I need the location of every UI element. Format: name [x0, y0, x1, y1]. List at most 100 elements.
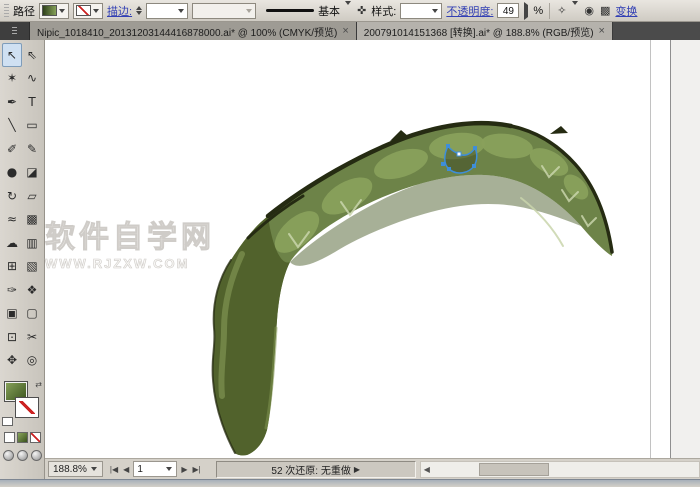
- tool-hand[interactable]: ✥: [2, 349, 22, 373]
- dropdown-arrow-icon: [432, 9, 438, 13]
- last-artboard-icon[interactable]: ▶|: [191, 465, 201, 474]
- screen-mode-full-menu-button[interactable]: [17, 450, 28, 461]
- style-label: 样式:: [371, 3, 396, 19]
- tool-rectangle[interactable]: ▭: [22, 114, 42, 138]
- brush-stroke-preview: [266, 9, 314, 12]
- document-tab-bar: Nipic_1018410_20131203144416878000.ai* @…: [0, 22, 700, 40]
- panel-grip-icon: [12, 27, 17, 35]
- previous-artboard-icon[interactable]: ◀: [122, 465, 130, 474]
- stroke-color-swatch[interactable]: [73, 3, 103, 19]
- tool-symbol-sprayer[interactable]: ☁: [2, 231, 22, 255]
- fill-color-swatch[interactable]: [39, 3, 69, 19]
- tools-panel: ↖⇖✶∿✒T╲▭✐✎●◪↻▱≈▩☁▥⊞▧✑❖▣▢⊡✂✥◎ ⇄: [0, 40, 45, 479]
- screen-mode-full-button[interactable]: [31, 450, 42, 461]
- stroke-weight-label[interactable]: 描边:: [107, 3, 132, 19]
- tool-free-transform[interactable]: ▩: [22, 208, 42, 232]
- opacity-select-arrow[interactable]: [523, 5, 529, 17]
- recolor-artwork-icon[interactable]: ◉: [583, 4, 595, 17]
- dropdown-arrow-icon: [178, 9, 184, 13]
- zoom-level-select[interactable]: 188.8%: [48, 461, 103, 477]
- tool-eyedropper[interactable]: ✑: [2, 278, 22, 302]
- tool-pencil[interactable]: ✎: [22, 137, 42, 161]
- tool-slice[interactable]: ✂: [22, 325, 42, 349]
- next-artboard-icon[interactable]: ▶: [180, 465, 188, 474]
- scrollbar-thumb[interactable]: [479, 463, 549, 476]
- document-canvas[interactable]: 软件自学网 WWW.RJZXW.COM: [45, 40, 700, 458]
- screen-mode-normal-button[interactable]: [3, 450, 14, 461]
- dropdown-arrow-icon: [91, 467, 97, 471]
- tool-type[interactable]: T: [22, 90, 42, 114]
- default-fill-stroke-icon[interactable]: [2, 417, 13, 426]
- tool-warp[interactable]: ≈: [2, 208, 22, 232]
- width-profile-select[interactable]: [192, 3, 256, 19]
- anchor-point[interactable]: [447, 167, 451, 171]
- tool-artboard[interactable]: ⊡: [2, 325, 22, 349]
- first-artboard-icon[interactable]: |◀: [109, 465, 119, 474]
- tool-scale[interactable]: ▱: [22, 184, 42, 208]
- stroke-none-icon: [76, 5, 91, 16]
- close-icon[interactable]: ×: [342, 26, 348, 36]
- document-tab-1[interactable]: Nipic_1018410_20131203144416878000.ai* @…: [30, 22, 357, 40]
- tools-panel-header[interactable]: [0, 22, 30, 40]
- style-select[interactable]: [400, 3, 442, 19]
- tool-mesh[interactable]: ⊞: [2, 255, 22, 279]
- anchor-point[interactable]: [446, 144, 450, 148]
- opacity-label[interactable]: 不透明度:: [446, 3, 493, 19]
- tool-pen[interactable]: ✒: [2, 90, 22, 114]
- zoom-level-value: 188.8%: [53, 464, 87, 475]
- stroke-weight-stepper[interactable]: [136, 6, 142, 15]
- stroke-indicator[interactable]: [15, 397, 39, 418]
- anchor-point[interactable]: [473, 146, 477, 150]
- anchor-point[interactable]: [441, 162, 445, 166]
- tool-line-segment[interactable]: ╲: [2, 114, 22, 138]
- dropdown-arrow-icon: [166, 467, 172, 471]
- select-similar-arrow[interactable]: [571, 5, 579, 17]
- dropdown-arrow-icon: [345, 1, 351, 17]
- tool-selection[interactable]: ↖: [2, 43, 22, 67]
- tool-blob-brush[interactable]: ●: [2, 161, 22, 185]
- status-expand-icon[interactable]: ▶: [354, 465, 360, 474]
- transform-link[interactable]: 变换: [615, 3, 637, 19]
- swap-fill-stroke-icon[interactable]: ⇄: [35, 380, 42, 389]
- paint-mode-buttons: [4, 432, 41, 443]
- opacity-unit-label: %: [533, 5, 543, 17]
- tool-gradient[interactable]: ▧: [22, 255, 42, 279]
- gradient-button[interactable]: [17, 432, 28, 443]
- horizontal-scrollbar[interactable]: ◀: [420, 461, 700, 478]
- tools-grid: ↖⇖✶∿✒T╲▭✐✎●◪↻▱≈▩☁▥⊞▧✑❖▣▢⊡✂✥◎: [2, 43, 42, 372]
- document-tab-2[interactable]: 200791014151368 [转换].ai* @ 188.8% (RGB/预…: [357, 22, 613, 40]
- separator: [549, 3, 550, 19]
- tool-eraser[interactable]: ◪: [22, 161, 42, 185]
- artboard-number-value: 1: [137, 464, 143, 475]
- color-button[interactable]: [4, 432, 15, 443]
- tool-magic-wand[interactable]: ✶: [2, 67, 22, 91]
- opacity-input[interactable]: 49: [497, 3, 519, 18]
- select-similar-icon[interactable]: ✧: [556, 4, 567, 17]
- scroll-left-icon[interactable]: ◀: [421, 465, 433, 474]
- brush-select-arrow[interactable]: [344, 5, 352, 17]
- tool-lasso[interactable]: ∿: [22, 67, 42, 91]
- brush-options-icon[interactable]: ✜: [356, 4, 367, 17]
- document-tab-title: Nipic_1018410_20131203144416878000.ai* @…: [37, 24, 337, 39]
- artboard-navigation: |◀ ◀ 1 ▶ ▶|: [109, 461, 202, 477]
- fill-swatch-icon: [42, 5, 57, 16]
- tool-rotate[interactable]: ↻: [2, 184, 22, 208]
- tool-blend[interactable]: ❖: [22, 278, 42, 302]
- dropdown-arrow-icon: [572, 1, 578, 17]
- tool-paintbrush[interactable]: ✐: [2, 137, 22, 161]
- tool-zoom[interactable]: ◎: [22, 349, 42, 373]
- align-options-icon[interactable]: ▩: [599, 4, 611, 17]
- anchor-point[interactable]: [472, 164, 476, 168]
- bean-pod[interactable]: [213, 123, 613, 455]
- tool-direct-selection[interactable]: ⇖: [22, 43, 42, 67]
- anchor-point[interactable]: [457, 152, 461, 156]
- tool-live-paint-bucket[interactable]: ▣: [2, 302, 22, 326]
- none-button[interactable]: [30, 432, 41, 443]
- dropdown-arrow-icon: [59, 9, 65, 13]
- artboard-number-select[interactable]: 1: [133, 461, 177, 477]
- stroke-weight-select[interactable]: [146, 3, 188, 19]
- close-icon[interactable]: ×: [599, 26, 605, 36]
- tool-live-paint-selection[interactable]: ▢: [22, 302, 42, 326]
- bean-pod-artwork[interactable]: [45, 40, 700, 458]
- tool-column-graph[interactable]: ▥: [22, 231, 42, 255]
